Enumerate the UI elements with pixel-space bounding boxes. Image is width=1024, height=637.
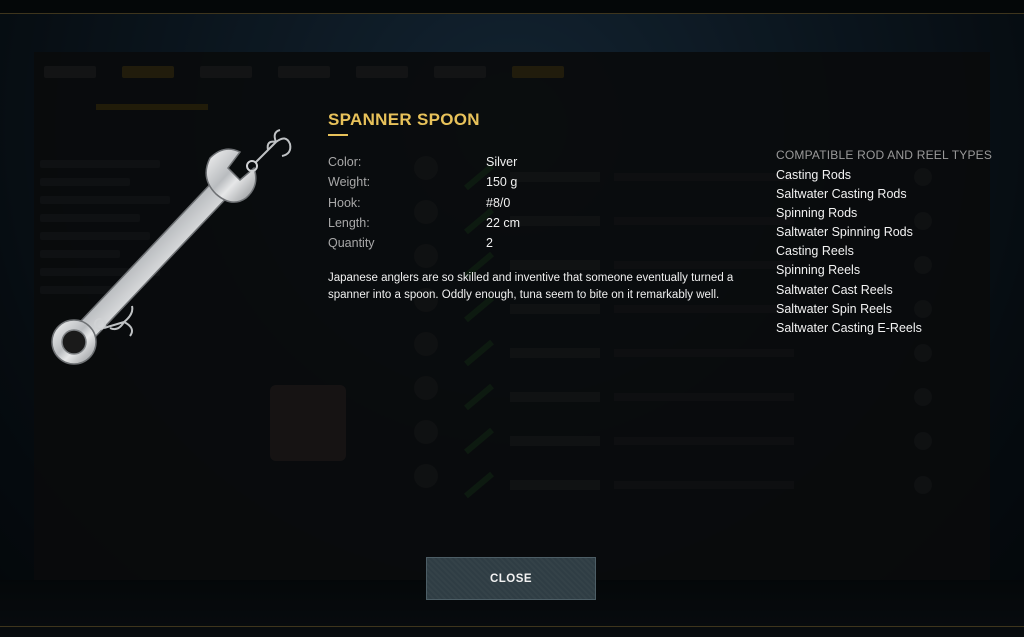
property-value: 2 <box>486 236 493 251</box>
compatible-type-item: Spinning Reels <box>776 263 861 278</box>
compatible-types-heading: COMPATIBLE ROD AND REEL TYPES <box>776 148 993 162</box>
property-label: Weight: <box>328 175 371 190</box>
compatible-type-item: Saltwater Spinning Rods <box>776 225 913 240</box>
property-value: Silver <box>486 155 518 170</box>
property-weight: Weight: 150 g <box>328 172 588 192</box>
property-length: Length: 22 cm <box>328 213 588 233</box>
item-description: Japanese anglers are so skilled and inve… <box>328 272 734 301</box>
compatible-type-item: Saltwater Casting Rods <box>776 187 907 202</box>
compatible-type-item: Saltwater Cast Reels <box>776 282 893 297</box>
spanner-spoon-lure-icon <box>40 128 310 368</box>
property-label: Length: <box>328 216 370 231</box>
property-color: Color: Silver <box>328 152 588 172</box>
property-value: #8/0 <box>486 195 511 210</box>
property-hook: Hook: #8/0 <box>328 193 588 213</box>
close-button[interactable]: CLOSE <box>426 557 596 600</box>
title-underline <box>328 134 348 136</box>
compatible-types-list: Casting Rods Saltwater Casting Rods Spin… <box>776 166 922 338</box>
property-label: Hook: <box>328 195 361 210</box>
property-value: 150 g <box>486 175 518 190</box>
property-label: Color: <box>328 155 362 170</box>
compatible-type-item: Casting Rods <box>776 168 852 182</box>
compatible-type-item: Saltwater Casting E-Reels <box>776 320 922 335</box>
item-title: SPANNER SPOON <box>328 110 480 129</box>
compatible-type-item: Spinning Rods <box>776 206 858 221</box>
property-label: Quantity <box>328 236 375 251</box>
property-value: 22 cm <box>486 216 521 231</box>
item-properties: Color: Silver Weight: 150 g Hook: #8/0 L… <box>328 152 588 253</box>
compatible-type-item: Casting Reels <box>776 244 854 259</box>
compatible-type-item: Saltwater Spin Reels <box>776 301 893 316</box>
property-quantity: Quantity 2 <box>328 233 588 253</box>
